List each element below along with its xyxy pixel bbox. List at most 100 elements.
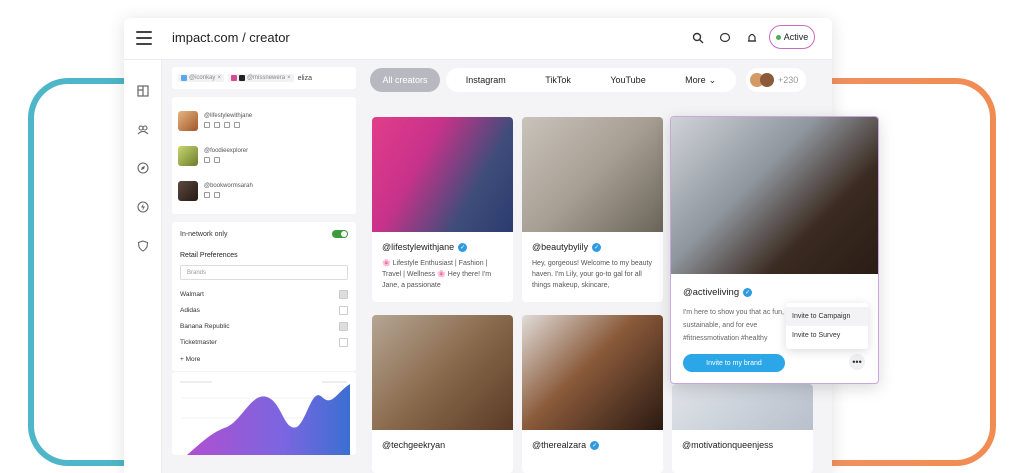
tab-instagram[interactable]: Instagram [466, 68, 506, 92]
creator-card[interactable]: @techgeekryan [372, 315, 513, 473]
tab-more[interactable]: More ⌄ [685, 68, 716, 92]
close-icon[interactable]: × [217, 75, 221, 81]
more-options-button[interactable]: ••• [849, 354, 865, 370]
search-input[interactable]: @iconkay × @missnewera × eliza [172, 67, 356, 89]
creator-card[interactable]: @beautybylily ✓ Hey, gorgeous! Welcome to… [522, 117, 663, 302]
compass-icon[interactable] [136, 161, 150, 175]
search-query[interactable]: eliza [298, 75, 312, 82]
retail-prefs-title: Retail Preferences [180, 252, 238, 259]
verified-icon: ✓ [458, 242, 468, 252]
brand-checkbox[interactable] [339, 321, 348, 331]
brand-label: Ticketmaster [180, 338, 217, 346]
tiktok-icon [238, 75, 245, 81]
layout-icon[interactable] [136, 84, 150, 98]
brand-option[interactable]: Ticketmaster [180, 334, 348, 350]
status-badge[interactable]: Active [769, 25, 815, 49]
twitter-icon [204, 192, 210, 198]
brand-label: Walmart [180, 290, 204, 298]
creator-card[interactable]: @motivationqueenjess [672, 384, 813, 473]
creator-handle: @beautybylily [532, 242, 589, 252]
area-series [187, 384, 350, 455]
bell-icon[interactable] [743, 29, 761, 47]
creator-count-pill[interactable]: +230 [746, 68, 806, 92]
preferences-panel: In-network only Retail Preferences Brand… [172, 222, 356, 371]
chip-label: @missnewera [246, 75, 286, 81]
creator-card[interactable]: @therealzara ✓ [522, 315, 663, 473]
brand-label: Adidas [180, 306, 200, 314]
search-chip[interactable]: @missnewera × [227, 74, 294, 82]
brands-field[interactable]: Brands [180, 265, 348, 280]
tab-strip: Instagram TikTok YouTube More ⌄ [446, 68, 736, 92]
verified-icon: ✓ [590, 440, 600, 450]
shield-icon[interactable] [136, 239, 150, 253]
tab-youtube[interactable]: YouTube [610, 68, 645, 92]
status-dot-icon [775, 34, 781, 40]
twitter-icon [224, 122, 230, 128]
creator-handle: @lifestylewithjane [204, 113, 253, 119]
social-icons [204, 122, 252, 128]
stage: impact.com / creator Active @iconkay × @… [0, 0, 1024, 473]
topbar: impact.com / creator Active [124, 18, 832, 60]
menu-item-invite-campaign[interactable]: Invite to Campaign [786, 307, 868, 326]
chat-icon[interactable] [716, 29, 734, 47]
avatar [760, 73, 774, 87]
creator-bio: Hey, gorgeous! Welcome to my beauty have… [532, 260, 652, 289]
creator-handle: @activeliving [683, 287, 740, 298]
brand-option[interactable]: Walmart [180, 286, 348, 302]
brand-checkbox[interactable] [339, 289, 348, 299]
creator-photo [522, 315, 663, 430]
search-chip[interactable]: @iconkay × [178, 74, 224, 82]
instagram-icon [230, 75, 237, 81]
brand-checkbox[interactable] [339, 305, 348, 315]
tiktok-icon [214, 122, 220, 128]
tab-more-label: More [685, 75, 706, 85]
creator-photo [671, 117, 878, 274]
instagram-icon [204, 122, 210, 128]
tab-all-creators[interactable]: All creators [370, 68, 440, 92]
brand-checkbox[interactable] [339, 337, 348, 347]
left-rail [124, 60, 162, 473]
list-item[interactable]: @bookwormsarah [178, 173, 350, 208]
brand-option[interactable]: Adidas [180, 302, 348, 318]
people-icon[interactable] [136, 122, 150, 136]
chip-label: @iconkay [189, 75, 216, 81]
invite-to-brand-button[interactable]: Invite to my brand [683, 354, 785, 372]
in-network-toggle[interactable] [332, 230, 348, 238]
creator-photo [672, 384, 813, 430]
list-item[interactable]: @foodieexplorer [178, 138, 350, 173]
chevron-down-icon: ⌄ [708, 74, 717, 85]
creator-handle: @bookwormsarah [204, 183, 253, 189]
twitter-icon [181, 75, 187, 81]
list-item[interactable]: @lifestylewithjane [178, 103, 350, 138]
avatar [178, 145, 198, 166]
creator-handle: @techgeekryan [382, 440, 446, 450]
tiktok-icon [214, 157, 220, 163]
creator-handle: @motivationqueenjess [682, 440, 774, 450]
social-icons [204, 157, 248, 163]
analytics-chart [172, 372, 356, 455]
brand-label: Banana Republic [180, 322, 230, 330]
creator-handle: @therealzara [532, 440, 587, 450]
lightning-icon[interactable] [136, 200, 150, 214]
more-brands-link[interactable]: + More [180, 356, 348, 363]
creator-photo [522, 117, 663, 232]
youtube-icon [234, 122, 240, 128]
avatar [178, 180, 198, 201]
close-icon[interactable]: × [287, 75, 291, 81]
social-icons [204, 192, 253, 198]
tab-tiktok[interactable]: TikTok [545, 68, 571, 92]
app-title: impact.com / creator [172, 30, 290, 45]
menu-item-invite-survey[interactable]: Invite to Survey [786, 326, 868, 345]
creator-photo [372, 117, 513, 232]
verified-icon: ✓ [743, 288, 753, 297]
search-icon[interactable] [689, 29, 707, 47]
platform-tabs: All creators Instagram TikTok YouTube Mo… [370, 68, 824, 92]
creator-card[interactable]: @lifestylewithjane ✓ 🌸 Lifestyle Enthusia… [372, 117, 513, 302]
creator-handle: @lifestylewithjane [382, 242, 455, 252]
brand-option[interactable]: Banana Republic [180, 318, 348, 334]
invite-dropdown: Invite to Campaign Invite to Survey [786, 303, 868, 349]
status-label: Active [783, 32, 809, 42]
creator-handle: @foodieexplorer [204, 148, 249, 154]
menu-icon[interactable] [136, 31, 152, 45]
youtube-icon [214, 192, 220, 198]
